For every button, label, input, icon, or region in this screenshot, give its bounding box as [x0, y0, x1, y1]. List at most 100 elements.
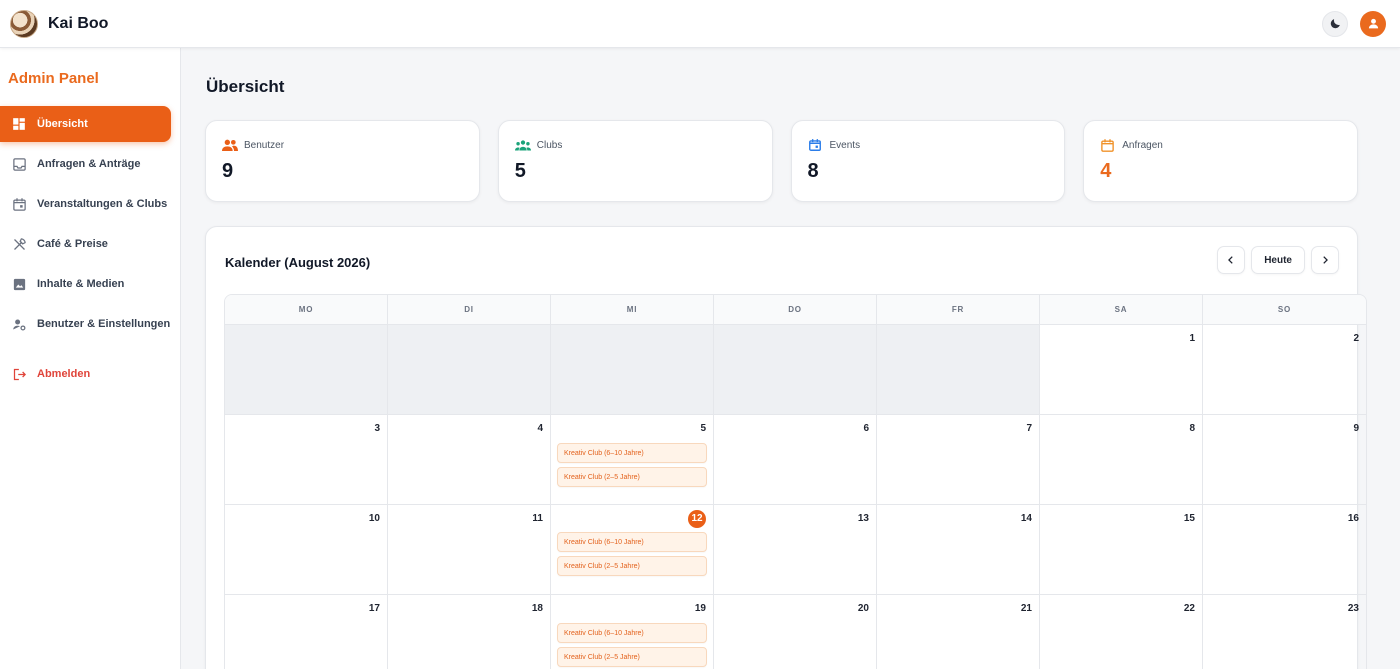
calendar-day[interactable]: 1	[1040, 325, 1203, 414]
sidebar-item-label: Inhalte & Medien	[37, 278, 125, 290]
sidebar-item-inhalte[interactable]: Inhalte & Medien	[0, 266, 171, 302]
calendar-outline-icon	[1100, 138, 1116, 152]
prev-month-button[interactable]	[1217, 246, 1246, 274]
calendar-day[interactable]: 18	[388, 595, 551, 669]
calendar-icon	[11, 196, 27, 212]
groups-icon	[514, 138, 531, 152]
sidebar-item-benutzer[interactable]: Benutzer & Einstellungen	[0, 306, 171, 342]
day-number: 5	[700, 423, 706, 434]
calendar-event[interactable]: Kreativ Club (2–5 Jahre)	[557, 467, 707, 487]
calendar-day[interactable]: 22	[1040, 595, 1203, 669]
calendar-day[interactable]: 4	[388, 415, 551, 504]
calendar-event[interactable]: Kreativ Club (2–5 Jahre)	[557, 647, 707, 667]
moon-icon	[1330, 19, 1340, 29]
calendar-event[interactable]: Kreativ Club (6–10 Jahre)	[557, 532, 707, 552]
day-number: 23	[1347, 603, 1359, 614]
day-number: 6	[863, 423, 869, 434]
weekday-label: DO	[714, 295, 877, 324]
stat-label: Anfragen	[1122, 139, 1163, 151]
calendar-day[interactable]: 3	[225, 415, 388, 504]
sidebar-item-label: Anfragen & Anträge	[37, 158, 141, 170]
calendar-day[interactable]: 2	[1203, 325, 1366, 414]
calendar-day[interactable]: 11	[388, 505, 551, 594]
day-number: 20	[857, 603, 869, 614]
today-badge: 12	[688, 510, 706, 528]
sidebar-item-cafe[interactable]: Café & Preise	[0, 226, 171, 262]
calendar-day[interactable]: 23	[1203, 595, 1366, 669]
day-number: 2	[1353, 333, 1359, 344]
stat-card-anfragen: Anfragen 4	[1083, 120, 1358, 202]
theme-toggle-button[interactable]	[1322, 10, 1348, 37]
brand-logo[interactable]	[10, 9, 38, 38]
calendar-day[interactable]: 7	[877, 415, 1040, 504]
sidebar: Admin Panel Übersicht Anfragen & Anträge…	[0, 48, 181, 669]
calendar-day[interactable]: 5 Kreativ Club (6–10 Jahre) Kreativ Club…	[551, 415, 714, 504]
calendar-event[interactable]: Kreativ Club (6–10 Jahre)	[557, 623, 707, 643]
sidebar-item-label: Übersicht	[37, 118, 88, 130]
dashboard-icon	[11, 116, 27, 132]
users-icon	[222, 138, 238, 152]
calendar-day[interactable]: 20	[714, 595, 877, 669]
day-number: 9	[1353, 423, 1359, 434]
user-menu-button[interactable]	[1360, 10, 1386, 37]
day-number: 14	[1020, 513, 1032, 524]
calendar-day[interactable]: 9	[1203, 415, 1366, 504]
sidebar-item-label: Café & Preise	[37, 238, 108, 250]
day-number: 15	[1183, 513, 1195, 524]
utensils-icon	[11, 236, 27, 252]
day-number: 16	[1347, 513, 1359, 524]
image-icon	[11, 276, 27, 292]
day-number-today: 12	[557, 510, 707, 529]
logout-button[interactable]: Abmelden	[0, 356, 171, 392]
stat-label: Benutzer	[244, 139, 285, 151]
stat-value: 4	[1100, 160, 1112, 182]
sidebar-nav: Übersicht Anfragen & Anträge Veranstaltu…	[0, 106, 180, 392]
day-number: 17	[368, 603, 380, 614]
weekday-label: DI	[388, 295, 551, 324]
sidebar-item-veranstaltungen[interactable]: Veranstaltungen & Clubs	[0, 186, 171, 222]
next-month-button[interactable]	[1311, 246, 1339, 274]
calendar-day[interactable]: 21	[877, 595, 1040, 669]
calendar-day[interactable]: 13	[714, 505, 877, 594]
sidebar-item-uebersicht[interactable]: Übersicht	[0, 106, 171, 142]
calendar-day[interactable]: 8	[1040, 415, 1203, 504]
stat-value: 9	[222, 160, 234, 182]
calendar-day-empty	[551, 325, 714, 414]
page-title: Übersicht	[206, 77, 285, 96]
day-number: 7	[1026, 423, 1032, 434]
today-button[interactable]: Heute	[1251, 246, 1305, 274]
chevron-left-icon	[1228, 256, 1233, 264]
day-number: 19	[694, 603, 706, 614]
calendar-day[interactable]: 17	[225, 595, 388, 669]
calendar-day[interactable]: 19 Kreativ Club (6–10 Jahre) Kreativ Clu…	[551, 595, 714, 669]
calendar-event[interactable]: Kreativ Club (6–10 Jahre)	[557, 443, 707, 463]
sidebar-title: Admin Panel	[8, 70, 99, 87]
sidebar-item-label: Benutzer & Einstellungen	[37, 318, 171, 330]
sidebar-item-label: Veranstaltungen & Clubs	[37, 198, 168, 210]
day-number: 18	[531, 603, 543, 614]
weekday-label: FR	[877, 295, 1040, 324]
calendar-day[interactable]: 6	[714, 415, 877, 504]
calendar-day-today[interactable]: 12 Kreativ Club (6–10 Jahre) Kreativ Clu…	[551, 505, 714, 594]
logout-icon	[11, 366, 27, 382]
calendar-week: 17 18 19 Kreativ Club (6–10 Jahre) Kreat…	[225, 595, 1366, 669]
brand-name[interactable]: Kai Boo	[48, 15, 108, 33]
calendar-day[interactable]: 16	[1203, 505, 1366, 594]
sidebar-item-anfragen[interactable]: Anfragen & Anträge	[0, 146, 171, 182]
calendar-event[interactable]: Kreativ Club (2–5 Jahre)	[557, 556, 707, 576]
weekday-header: MO DI MI DO FR SA SO	[225, 295, 1366, 325]
stats-row: Benutzer 9 Clubs 5 Events 8 Anfragen 4	[205, 120, 1358, 202]
stat-label: Events	[829, 139, 861, 151]
calendar-day[interactable]: 14	[877, 505, 1040, 594]
day-number: 22	[1183, 603, 1195, 614]
inbox-icon	[11, 156, 27, 172]
stat-label: Clubs	[536, 139, 563, 151]
day-number: 13	[857, 513, 869, 524]
day-number: 21	[1020, 603, 1032, 614]
calendar-day[interactable]: 10	[225, 505, 388, 594]
logout-label: Abmelden	[37, 368, 91, 380]
calendar-day[interactable]: 15	[1040, 505, 1203, 594]
user-icon	[1368, 18, 1378, 29]
calendar-day-empty	[877, 325, 1040, 414]
calendar-week: 10 11 12 Kreativ Club (6–10 Jahre) Kreat…	[225, 505, 1366, 595]
